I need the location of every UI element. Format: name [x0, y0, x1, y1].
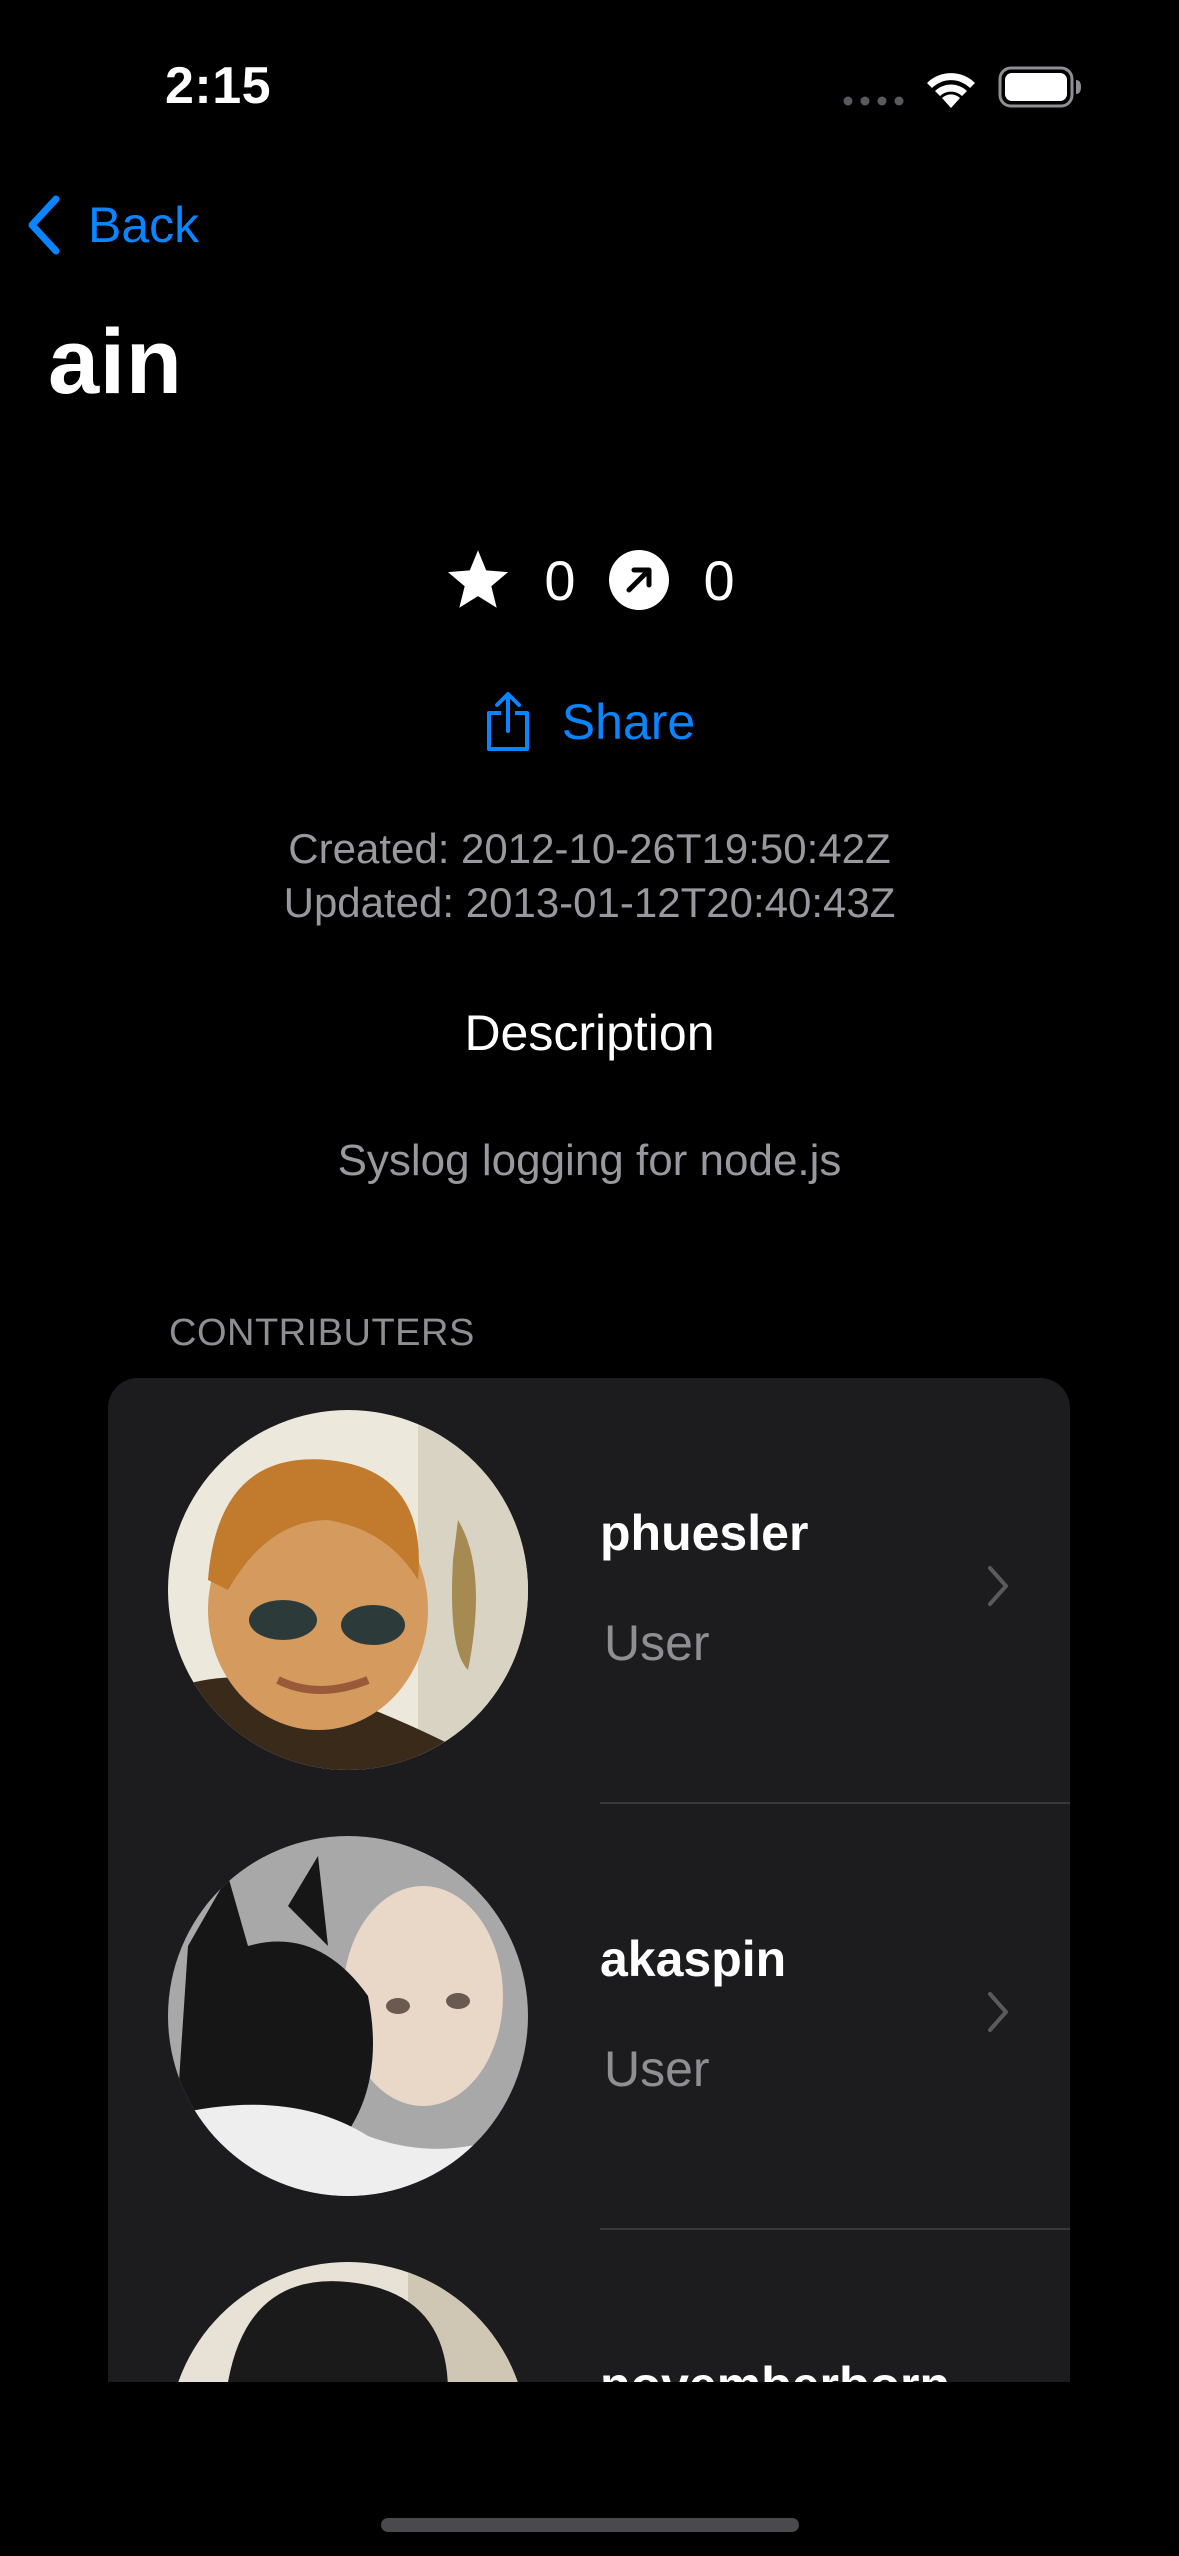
contributor-type: User [604, 1615, 710, 1671]
share-icon [486, 692, 529, 751]
back-button[interactable]: Back [24, 195, 199, 255]
contributor-row[interactable]: phuesler User [108, 1378, 1070, 1804]
description-heading: Description [464, 1005, 715, 1061]
repo-stats: 0 0 [0, 540, 1179, 620]
contributor-name: akaspin [600, 1931, 787, 1987]
cellular-signal-icon [843, 96, 904, 106]
contributor-name: novemberborn [600, 2356, 950, 2382]
battery-icon [998, 66, 1081, 108]
updated-date: Updated: 2013-01-12T20:40:43Z [283, 879, 896, 926]
created-date: Created: 2012-10-26T19:50:42Z [288, 825, 891, 872]
share-label: Share [561, 694, 696, 750]
contributor-type: User [604, 2041, 710, 2097]
contributors-section-header: CONTRIBUTERS [169, 1312, 475, 1354]
avatar [168, 2262, 528, 2382]
chevron-right-icon [988, 1992, 1008, 2032]
contributor-name: phuesler [600, 1505, 809, 1561]
contributors-list: phuesler User akaspin User [108, 1378, 1070, 2382]
forks-count: 0 [703, 548, 735, 612]
avatar [168, 1410, 528, 1770]
avatar [168, 1836, 528, 2196]
repo-dates: Created: 2012-10-26T19:50:42Z Updated: 2… [0, 822, 1179, 930]
wifi-icon [927, 73, 975, 108]
page-title: ain [48, 311, 183, 413]
back-label: Back [88, 197, 200, 253]
description-text: Syslog logging for node.js [337, 1136, 842, 1185]
contributor-row[interactable]: novemberborn [108, 2230, 1070, 2382]
chevron-left-icon [28, 195, 60, 255]
home-indicator[interactable] [381, 2518, 799, 2532]
stars-count: 0 [544, 548, 576, 612]
fork-arrow-icon [608, 550, 669, 610]
status-time: 2:15 [165, 57, 272, 115]
chevron-right-icon [988, 1566, 1008, 1606]
share-button[interactable]: Share [0, 684, 1179, 760]
contributor-row[interactable]: akaspin User [108, 1804, 1070, 2230]
star-icon [448, 550, 509, 608]
